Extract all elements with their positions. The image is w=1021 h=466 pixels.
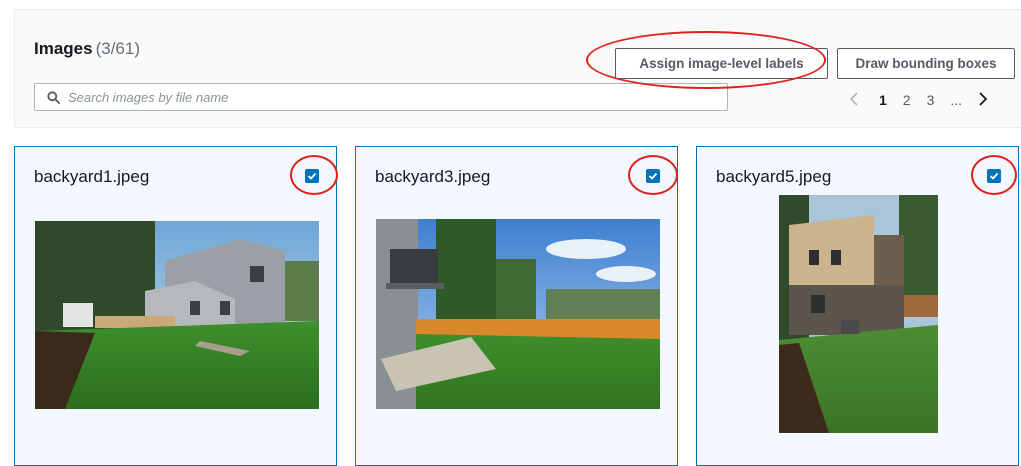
image-card-backyard3[interactable]: backyard3.jpeg	[355, 146, 678, 466]
page-title-label: Images	[34, 39, 93, 58]
image-thumbnail	[35, 221, 319, 409]
checkmark-icon	[648, 172, 658, 180]
draw-bounding-boxes-button[interactable]: Draw bounding boxes	[837, 48, 1015, 79]
assign-image-level-labels-button[interactable]: Assign image-level labels	[615, 48, 828, 79]
image-file-name: backyard5.jpeg	[716, 167, 832, 186]
page-ellipsis: ...	[950, 92, 963, 108]
chevron-left-icon[interactable]	[845, 91, 863, 110]
image-file-name: backyard3.jpeg	[375, 167, 491, 186]
image-card-backyard1[interactable]: backyard1.jpeg	[14, 146, 337, 466]
image-select-checkbox[interactable]	[646, 169, 660, 183]
page-link-1[interactable]: 1	[879, 92, 887, 108]
image-file-name: backyard1.jpeg	[34, 167, 150, 186]
checkmark-icon	[989, 172, 999, 180]
search-icon	[47, 90, 60, 104]
page-title: Images (3/61)	[34, 39, 140, 59]
checkmark-icon	[307, 172, 317, 180]
page-link-3[interactable]: 3	[927, 92, 935, 108]
image-select-checkbox[interactable]	[987, 169, 1001, 183]
selection-count: (3/61)	[95, 39, 141, 58]
image-thumbnail	[376, 219, 660, 409]
chevron-right-icon[interactable]	[974, 91, 992, 110]
search-input[interactable]	[68, 89, 708, 105]
pagination: 1 2 3 ...	[845, 90, 992, 110]
image-select-checkbox[interactable]	[305, 169, 319, 183]
search-box[interactable]	[34, 83, 728, 111]
images-header-panel: Images (3/61) Assign image-level labels D…	[14, 9, 1021, 128]
image-card-backyard5[interactable]: backyard5.jpeg	[696, 146, 1019, 466]
page-link-2[interactable]: 2	[903, 92, 911, 108]
image-thumbnail	[779, 195, 938, 433]
